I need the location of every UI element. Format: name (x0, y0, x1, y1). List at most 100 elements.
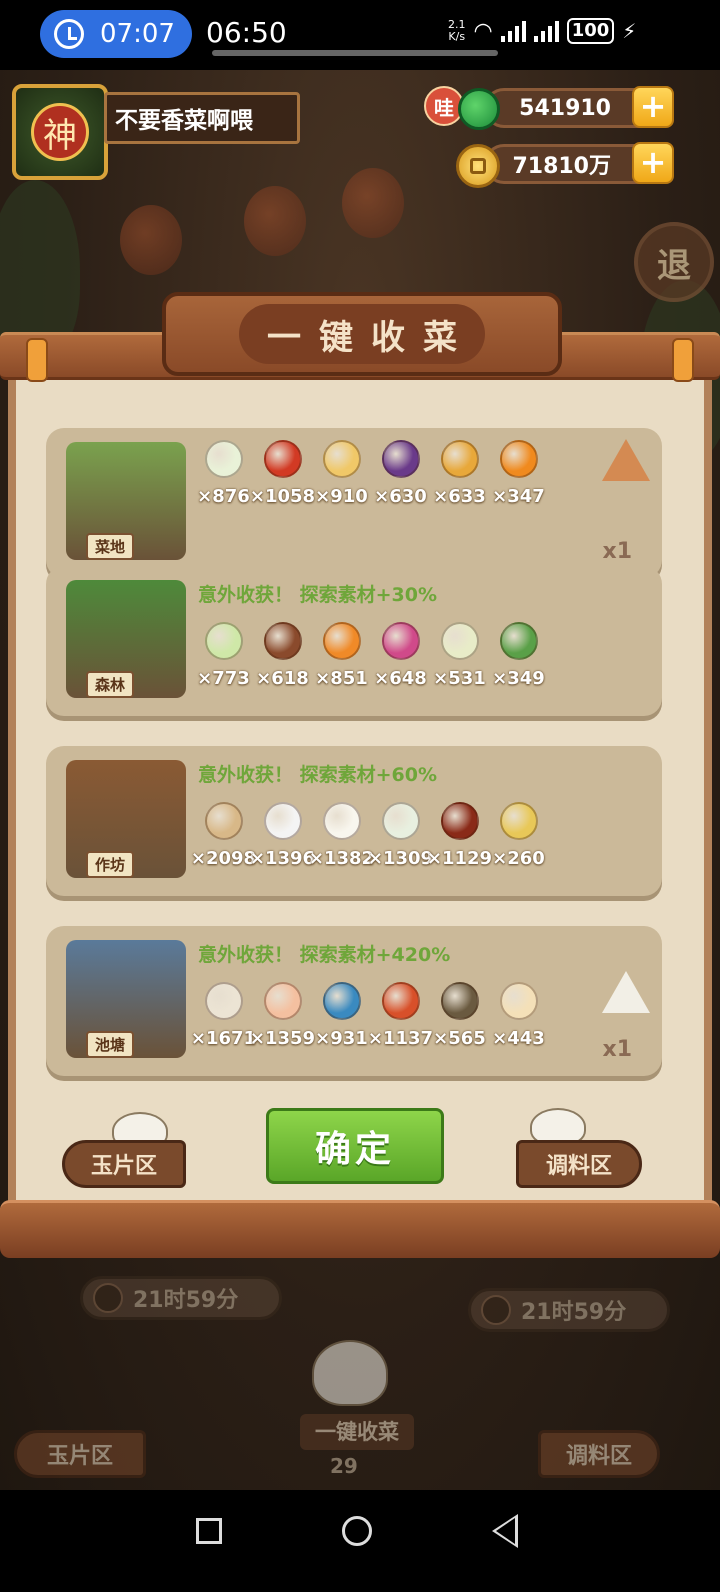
lantern-icon (244, 186, 306, 256)
harvest-item: ×851 (312, 622, 371, 689)
item-count: ×260 (492, 848, 545, 869)
eggplant-icon (381, 440, 420, 478)
harvest-item: ×565 (430, 982, 489, 1049)
clock-icon (481, 1295, 511, 1325)
fish-fin-icon (499, 982, 538, 1020)
chick-mascot-icon (312, 1340, 388, 1406)
pineapple-icon (440, 440, 479, 478)
harvest-card: 作坊 意外收获！ 探索素材+60% ×2098 ×1396 ×1382 ×1309 ×112… (46, 746, 662, 896)
bg-jade-area-button: 玉片区 (14, 1430, 146, 1478)
jade-area-button[interactable]: 玉片区 (62, 1140, 186, 1188)
carrot-icon (322, 622, 361, 660)
potato-icon (322, 440, 361, 478)
dialog-bottom-bar (0, 1200, 720, 1258)
floating-bar (212, 50, 498, 56)
item-count: ×910 (315, 486, 368, 507)
radish-icon (381, 622, 420, 660)
wifi-icon: ◠ (473, 18, 493, 44)
harvest-item: ×773 (194, 622, 253, 689)
seasoning-area-button[interactable]: 调料区 (516, 1140, 642, 1188)
item-row: ×1671 ×1359 ×931 ×1137 ×565 ×443 (191, 982, 548, 1049)
harvest-item: ×633 (430, 440, 489, 507)
harvest-card: 池塘 意外收获！ 探索素材+420% ×1671 ×1359 ×931 ×1137 ×565… (46, 926, 662, 1076)
clock-icon (93, 1283, 123, 1313)
alarm-pill[interactable]: 07:07 (40, 10, 192, 58)
add-jade-button[interactable]: + (632, 86, 674, 128)
player-avatar[interactable]: 神 (12, 84, 108, 180)
item-count: ×876 (197, 486, 250, 507)
item-count: ×1129 (426, 848, 493, 869)
white-triangle-token-icon (602, 970, 650, 1014)
dialog-title-plaque: 一键收菜 (162, 292, 562, 376)
harvest-item: ×2098 (190, 802, 257, 869)
harvest-item: ×618 (253, 622, 312, 689)
harvest-item: ×1058 (250, 440, 315, 507)
harvest-item: ×1671 (191, 982, 256, 1049)
alarm-time: 07:07 (100, 19, 175, 49)
scallion-icon (204, 440, 243, 478)
timer-right: 21时59分 (468, 1288, 670, 1332)
harvest-item: ×630 (371, 440, 430, 507)
crab-icon (440, 982, 479, 1020)
harvest-item: ×1382 (308, 802, 375, 869)
coin-amount: 71810万 (512, 154, 611, 179)
item-count: ×2098 (190, 848, 257, 869)
multiplier-text: x1 (602, 1037, 633, 1062)
status-time: 06:50 (206, 16, 287, 49)
flour-sack-icon (204, 802, 243, 840)
item-row: ×773 ×618 ×851 ×648 ×531 ×349 (194, 622, 548, 689)
item-row: ×2098 ×1396 ×1382 ×1309 ×1129 ×260 (190, 802, 548, 869)
harvest-item: ×1359 (250, 982, 315, 1049)
bg-seasoning-area-button: 调料区 (538, 1430, 660, 1478)
signal-icon (500, 20, 526, 42)
system-icons: 2.1 K/s ◠ 100 ⚡ (448, 18, 636, 44)
harvest-item: ×1129 (426, 802, 493, 869)
harvest-item: ×260 (489, 802, 548, 869)
item-count: ×531 (433, 668, 486, 689)
sticky-rice-icon (381, 802, 420, 840)
confirm-button[interactable]: 确定 (266, 1108, 444, 1184)
tofu-icon (322, 802, 361, 840)
bonus-text: 意外收获！ 探索素材+60% (198, 764, 438, 786)
location-label: 菜地 (86, 533, 135, 560)
item-count: ×648 (374, 668, 427, 689)
gravy-boat-icon (499, 802, 538, 840)
fish-icon (322, 982, 361, 1020)
item-count: ×347 (492, 486, 545, 507)
dialog-title: 一键收菜 (239, 304, 485, 364)
home-button[interactable] (342, 1516, 372, 1546)
item-count: ×618 (256, 668, 309, 689)
harvest-item: ×349 (489, 622, 548, 689)
item-count: ×349 (492, 668, 545, 689)
jade-icon (458, 88, 500, 130)
back-button[interactable] (492, 1514, 518, 1548)
charging-icon: ⚡ (622, 19, 637, 43)
alarm-clock-icon (54, 19, 84, 49)
exit-button[interactable]: 退 (634, 222, 714, 302)
timer-left: 21时59分 (80, 1276, 282, 1320)
item-count: ×443 (492, 1028, 545, 1049)
item-count: ×1382 (308, 848, 375, 869)
shrimp-icon (263, 982, 302, 1020)
harvest-item: ×931 (312, 982, 371, 1049)
jade-amount: 541910 (519, 95, 611, 121)
network-speed: 2.1 K/s (448, 18, 466, 43)
sauce-jar-icon (440, 802, 479, 840)
bg-harvest-label: 一键收菜 (300, 1414, 414, 1450)
bonus-text: 意外收获！ 探索素材+30% (198, 584, 438, 606)
herb-leaf-icon (499, 622, 538, 660)
item-count: ×633 (433, 486, 486, 507)
location-label: 森林 (86, 671, 135, 698)
cabbage-icon (204, 622, 243, 660)
harvest-item: ×531 (430, 622, 489, 689)
harvest-card: 菜地 ×876 ×1058 ×910 ×630 ×633 ×347 x1 (46, 428, 662, 578)
harvest-item: ×443 (489, 982, 548, 1049)
location-label: 作坊 (86, 851, 135, 878)
bar-cap-left (26, 338, 48, 382)
add-coin-button[interactable]: + (632, 142, 674, 184)
recents-button[interactable] (196, 1518, 222, 1544)
multiplier-text: x1 (602, 539, 633, 564)
avatar-glyph: 神 (31, 103, 89, 161)
bar-cap-right (672, 338, 694, 382)
harvest-item: ×648 (371, 622, 430, 689)
